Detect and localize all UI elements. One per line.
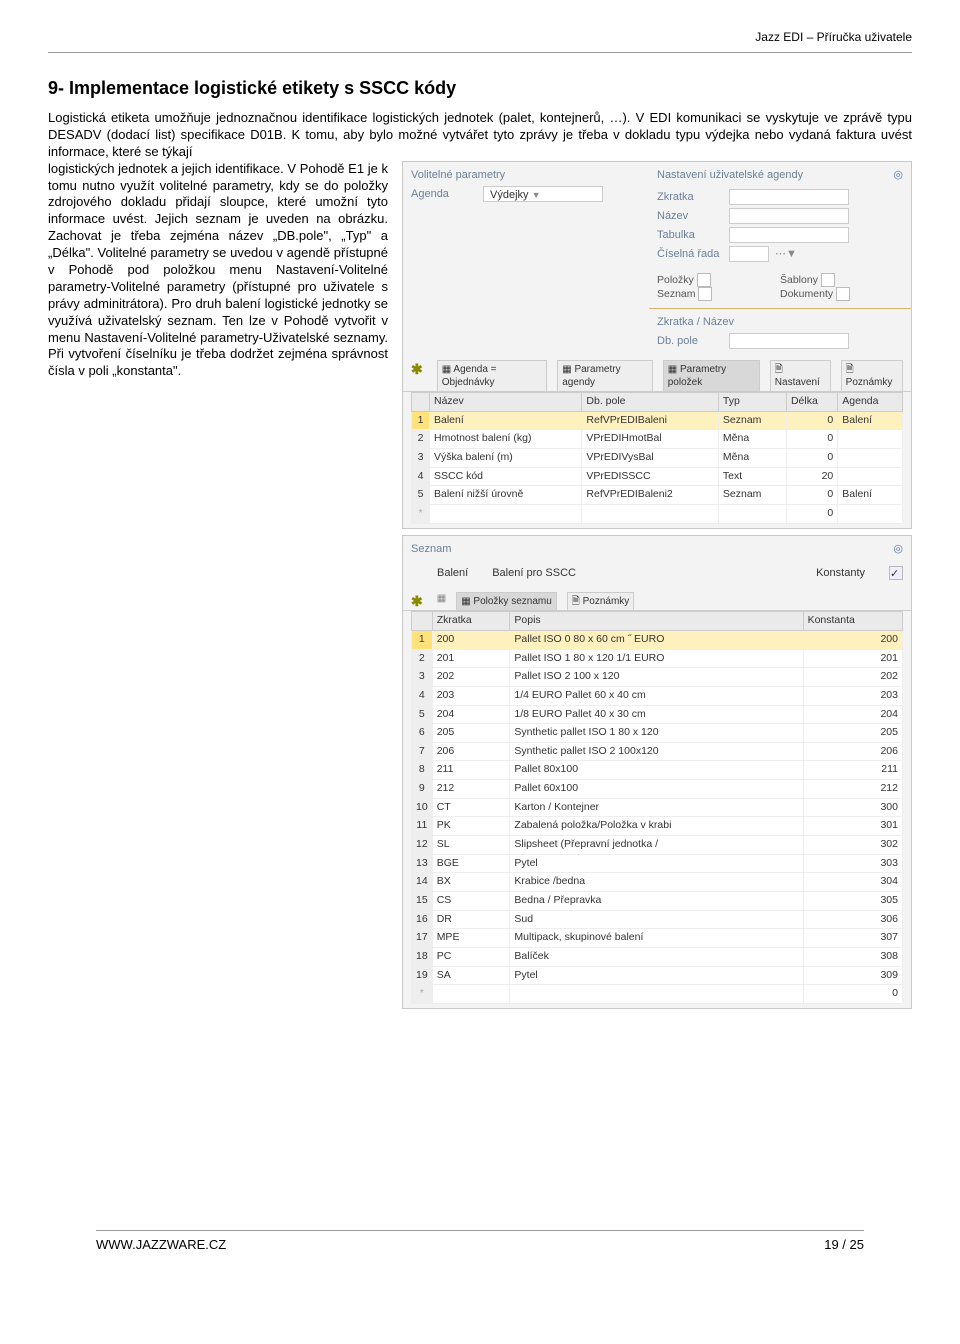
- browse-icon[interactable]: ⋯▼: [775, 247, 797, 261]
- table-row[interactable]: 6205Synthetic pallet ISO 1 80 x 120205: [412, 724, 903, 743]
- checkbox-icon[interactable]: [697, 273, 711, 287]
- tab-parametry-agendy[interactable]: ▦ Parametry agendy: [557, 360, 653, 391]
- table-row[interactable]: 7206Synthetic pallet ISO 2 100x120206: [412, 742, 903, 761]
- input-tabulka[interactable]: [729, 227, 849, 243]
- params-grid[interactable]: NázevDb. poleTypDélkaAgenda 1BaleníRefVP…: [411, 392, 903, 523]
- table-row[interactable]: 17MPEMultipack, skupinové balení307: [412, 929, 903, 948]
- table-row[interactable]: 9212Pallet 60x100212: [412, 780, 903, 799]
- input-nazev[interactable]: [729, 208, 849, 224]
- table-row[interactable]: *0: [412, 504, 903, 523]
- screenshot-optional-params: Volitelné parametry Agenda Výdejky ▼ Nas…: [402, 161, 912, 529]
- table-row[interactable]: 3Výška balení (m)VPrEDIVysBalMěna0: [412, 449, 903, 468]
- table-row[interactable]: 15CSBedna / Přepravka305: [412, 891, 903, 910]
- seznam-sub: Balení pro SSCC: [492, 566, 576, 580]
- table-row[interactable]: 8211Pallet 80x100211: [412, 761, 903, 780]
- field-zkratka: Zkratka: [657, 190, 723, 204]
- agenda-label: Agenda: [411, 187, 477, 201]
- opt-sablony: Šablony: [780, 273, 903, 287]
- help-icon[interactable]: ◎: [893, 168, 903, 186]
- table-row[interactable]: *0: [412, 985, 903, 1004]
- panel-title-left: Volitelné parametry: [411, 168, 657, 182]
- seznam-tabs: ✱ ▦ ▦ Položky seznamu 🗎 Poznámky: [403, 588, 911, 611]
- group-dbpole: Db. pole: [657, 334, 723, 348]
- screenshot-seznam: Seznam ◎ Balení Balení pro SSCC Konstanty…: [402, 535, 912, 1009]
- table-row[interactable]: 3202Pallet ISO 2 100 x 120202: [412, 668, 903, 687]
- footer-page: 19 / 25: [824, 1237, 864, 1254]
- table-row[interactable]: 10CTKarton / Kontejner300: [412, 798, 903, 817]
- tab-agenda[interactable]: ▦ Agenda = Objednávky: [437, 360, 547, 391]
- add-icon[interactable]: ✱: [411, 360, 423, 391]
- group-zkratka: Zkratka / Název: [657, 315, 903, 329]
- intro-text: Logistická etiketa umožňuje jednoznačnou…: [48, 110, 912, 161]
- checkbox-konstanty[interactable]: ✓: [889, 566, 903, 580]
- add-icon[interactable]: ✱: [411, 592, 423, 610]
- table-row[interactable]: 42031/4 EURO Pallet 60 x 40 cm203: [412, 686, 903, 705]
- left-text: logistických jednotek a jejich identifik…: [48, 161, 388, 381]
- input-zkratka[interactable]: [729, 189, 849, 205]
- table-row[interactable]: 2201Pallet ISO 1 80 x 120 1/1 EURO201: [412, 649, 903, 668]
- table-row[interactable]: 1200Pallet ISO 0 80 x 60 cm ˝ EURO200: [412, 631, 903, 650]
- tab-poznamky2[interactable]: 🗎 Poznámky: [567, 592, 635, 610]
- section-heading: 9- Implementace logistické etikety s SSC…: [48, 77, 912, 100]
- doc-header: Jazz EDI – Příručka uživatele: [48, 30, 912, 53]
- table-row[interactable]: 18PCBalíček308: [412, 947, 903, 966]
- field-ciselna-rada: Číselná řada: [657, 247, 723, 261]
- doc-footer: WWW.JAZZWARE.CZ 19 / 25: [96, 1230, 864, 1254]
- table-row[interactable]: 14BXKrabice /bedna304: [412, 873, 903, 892]
- field-tabulka: Tabulka: [657, 228, 723, 242]
- checkbox-icon[interactable]: [821, 273, 835, 287]
- tab-nastaveni[interactable]: 🗎 Nastavení: [770, 360, 831, 391]
- seznam-grid[interactable]: ZkratkaPopisKonstanta 1200Pallet ISO 0 8…: [411, 611, 903, 1003]
- table-row[interactable]: 13BGEPytel303: [412, 854, 903, 873]
- input-dbpole[interactable]: [729, 333, 849, 349]
- footer-url: WWW.JAZZWARE.CZ: [96, 1237, 226, 1254]
- table-row[interactable]: 11PKZabalená položka/Položka v krabi301: [412, 817, 903, 836]
- tab-parametry-polozek[interactable]: ▦ Parametry položek: [663, 360, 760, 391]
- table-row[interactable]: 16DRSud306: [412, 910, 903, 929]
- tab-polozky-seznamu[interactable]: ▦ Položky seznamu: [456, 592, 557, 610]
- table-row[interactable]: 2Hmotnost balení (kg)VPrEDIHmotBalMěna0: [412, 430, 903, 449]
- input-ciselna-rada[interactable]: [729, 246, 769, 262]
- panel-title-right: Nastavení uživatelské agendy: [657, 168, 803, 182]
- checkbox-icon[interactable]: [836, 287, 850, 301]
- konstanty-label: Konstanty: [816, 566, 865, 580]
- table-row[interactable]: 52041/8 EURO Pallet 40 x 30 cm204: [412, 705, 903, 724]
- table-row[interactable]: 19SAPytel309: [412, 966, 903, 985]
- params-tabs: ✱ ▦ Agenda = Objednávky ▦ Parametry agen…: [403, 356, 911, 392]
- table-row[interactable]: 12SLSlipsheet (Přepravní jednotka /302: [412, 836, 903, 855]
- tab-poznamky[interactable]: 🗎 Poznámky: [841, 360, 903, 391]
- agenda-dropdown[interactable]: Výdejky ▼: [483, 186, 603, 202]
- checkbox-icon[interactable]: [698, 287, 712, 301]
- doc-title: Jazz EDI – Příručka uživatele: [755, 30, 912, 44]
- table-row[interactable]: 5Balení nižší úrovněRefVPrEDIBaleni2Sezn…: [412, 486, 903, 505]
- help-icon[interactable]: ◎: [893, 542, 903, 560]
- field-nazev: Název: [657, 209, 723, 223]
- opt-dokumenty: Dokumenty: [780, 287, 903, 301]
- chevron-down-icon: ▼: [532, 190, 541, 200]
- opt-seznam: Seznam: [657, 287, 780, 301]
- opt-polozky: Položky: [657, 273, 780, 287]
- table-row[interactable]: 1BaleníRefVPrEDIBaleniSeznam0Balení: [412, 411, 903, 430]
- panel-title-seznam: Seznam: [411, 542, 451, 556]
- table-row[interactable]: 4SSCC kódVPrEDISSCCText20: [412, 467, 903, 486]
- seznam-name: Balení: [437, 566, 468, 580]
